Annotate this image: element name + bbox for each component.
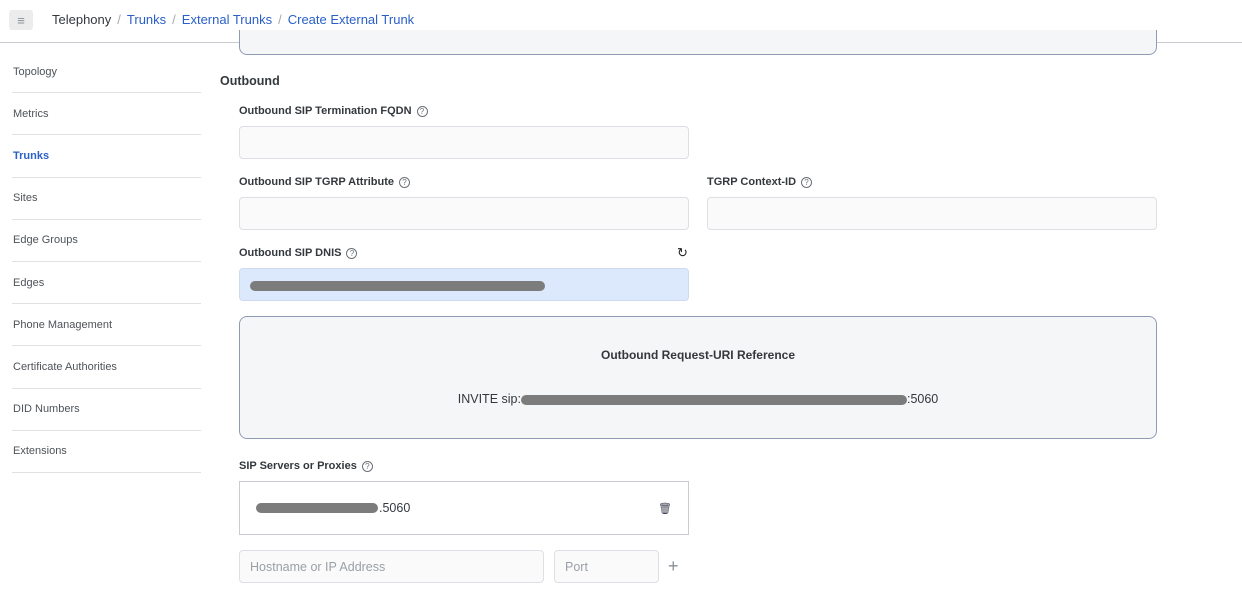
sip-server-port-suffix: .5060 xyxy=(379,501,411,515)
sidebar-item-topology[interactable]: Topology xyxy=(12,51,201,94)
termination-fqdn-label: Outbound SIP Termination FQDN ? xyxy=(239,105,428,117)
tgrp-attribute-input[interactable] xyxy=(239,197,689,230)
reset-icon[interactable]: ↻ xyxy=(677,245,688,261)
sidebar-item-did-numbers[interactable]: DID Numbers xyxy=(12,389,201,431)
termination-fqdn-input[interactable] xyxy=(239,126,689,159)
help-icon[interactable]: ? xyxy=(399,176,411,188)
breadcrumb-separator: / xyxy=(278,12,282,27)
tgrp-attribute-label: Outbound SIP TGRP Attribute ? xyxy=(239,176,411,188)
help-icon[interactable]: ? xyxy=(416,105,428,117)
sidebar-item-edge-groups[interactable]: Edge Groups xyxy=(12,220,201,262)
dnis-label: Outbound SIP DNIS ? xyxy=(239,247,358,259)
help-icon[interactable]: ? xyxy=(361,460,373,472)
sip-servers-label-text: SIP Servers or Proxies xyxy=(239,460,357,472)
dnis-input[interactable] xyxy=(239,268,689,301)
breadcrumb-trunks[interactable]: Trunks xyxy=(127,12,166,27)
sidebar-item-extensions[interactable]: Extensions xyxy=(12,431,201,473)
request-uri-reference-title: Outbound Request-URI Reference xyxy=(600,348,795,362)
tgrp-context-id-label-text: TGRP Context-ID xyxy=(707,176,797,188)
breadcrumb-separator: / xyxy=(172,12,176,27)
sidebar-item-edges[interactable]: Edges xyxy=(12,262,201,305)
hostname-input[interactable] xyxy=(239,550,544,583)
redaction-mark xyxy=(256,503,378,513)
request-uri-suffix: :5060 xyxy=(906,392,939,406)
dnis-label-text: Outbound SIP DNIS xyxy=(239,247,342,259)
tgrp-attribute-label-text: Outbound SIP TGRP Attribute xyxy=(239,176,395,188)
help-icon[interactable]: ? xyxy=(801,176,813,188)
request-uri-reference-value: INVITE sip: :5060 xyxy=(240,392,1156,406)
tgrp-context-id-label: TGRP Context-ID ? xyxy=(707,176,813,188)
tgrp-context-id-input[interactable] xyxy=(707,197,1157,230)
termination-fqdn-label-text: Outbound SIP Termination FQDN xyxy=(239,105,412,117)
breadcrumb: Telephony / Trunks / External Trunks / C… xyxy=(52,12,414,27)
outbound-section-title: Outbound xyxy=(220,74,280,88)
sidebar-item-certificate-authorities[interactable]: Certificate Authorities xyxy=(12,346,201,389)
sip-servers-label: SIP Servers or Proxies ? xyxy=(239,460,373,472)
redaction-mark xyxy=(520,394,907,405)
breadcrumb-telephony: Telephony xyxy=(52,12,112,27)
breadcrumb-create-external-trunk[interactable]: Create External Trunk xyxy=(288,12,414,27)
previous-section-card xyxy=(239,30,1157,55)
breadcrumb-external-trunks[interactable]: External Trunks xyxy=(182,12,272,27)
trash-icon[interactable]: 🗑 xyxy=(658,502,672,515)
help-icon[interactable]: ? xyxy=(346,247,358,259)
add-server-icon[interactable]: + xyxy=(668,556,679,576)
request-uri-prefix: INVITE sip: xyxy=(457,392,521,406)
hamburger-menu-button[interactable]: ≡ xyxy=(9,10,33,30)
redaction-mark xyxy=(250,281,545,291)
sidebar-item-phone-management[interactable]: Phone Management xyxy=(12,304,201,347)
hamburger-menu-icon: ≡ xyxy=(17,12,25,28)
sip-server-entry: .5060 🗑 xyxy=(239,481,689,535)
breadcrumb-separator: / xyxy=(117,12,121,27)
sidebar-item-sites[interactable]: Sites xyxy=(12,178,201,220)
sidebar-item-metrics[interactable]: Metrics xyxy=(12,93,201,136)
sidebar-item-trunks[interactable]: Trunks xyxy=(12,135,201,178)
port-input[interactable] xyxy=(554,550,659,583)
request-uri-reference-card: Outbound Request-URI Reference INVITE si… xyxy=(239,316,1157,439)
sidebar-nav: Topology Metrics Trunks Sites Edge Group… xyxy=(12,51,201,473)
